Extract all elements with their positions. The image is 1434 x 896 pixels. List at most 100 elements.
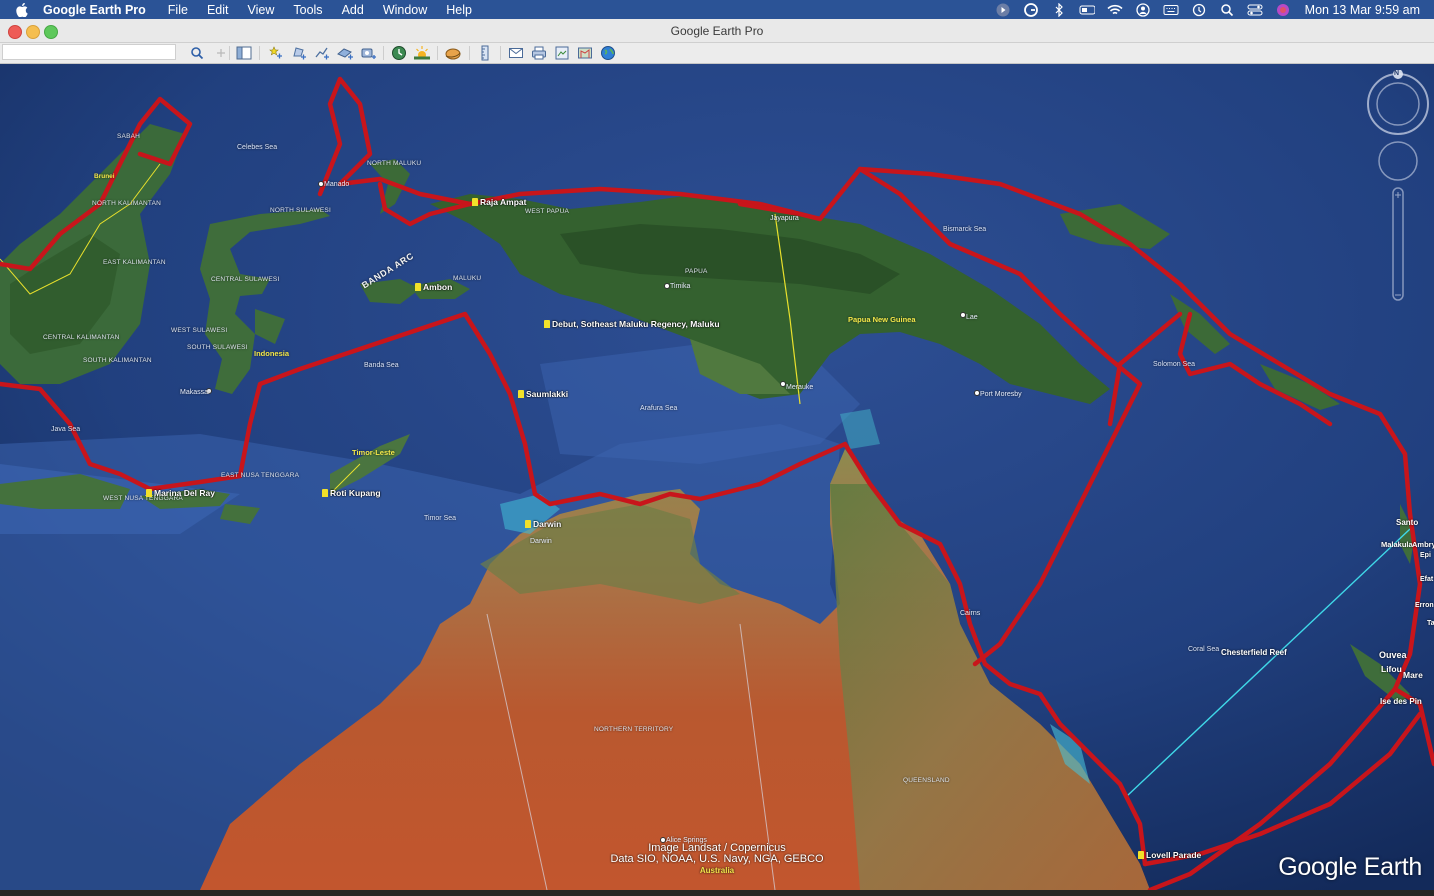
city-label: Merauke: [786, 384, 814, 391]
app-menu[interactable]: Google Earth Pro: [43, 3, 146, 17]
region-label: CENTRAL KALIMANTAN: [43, 334, 120, 341]
view-in-maps-button[interactable]: [575, 44, 595, 62]
menubar-clock[interactable]: Mon 13 Mar 9:59 am: [1305, 3, 1420, 17]
record-tour-button[interactable]: [358, 44, 378, 62]
keyboard-icon[interactable]: [1163, 3, 1179, 17]
earth-map-view[interactable]: Celebes Sea Banda Sea Arafura Sea Timor …: [0, 64, 1434, 890]
edit-menu[interactable]: Edit: [207, 3, 229, 17]
region-label: SOUTH KALIMANTAN: [83, 357, 152, 364]
island-label: Efat: [1420, 576, 1434, 583]
north-indicator[interactable]: N: [1394, 70, 1399, 77]
close-window-button[interactable]: [8, 25, 22, 39]
region-label: EAST NUSA TENGGARA: [221, 472, 300, 479]
region-label: SOUTH SULAWESI: [187, 344, 248, 351]
region-label: EAST KALIMANTAN: [103, 259, 166, 266]
island-label: Mare: [1403, 670, 1423, 680]
look-joystick[interactable]: [1367, 69, 1429, 135]
move-joystick[interactable]: [1378, 141, 1418, 181]
placemark-debut[interactable]: Debut, Sotheast Maluku Regency, Maluku: [544, 319, 720, 329]
sunlight-button[interactable]: [412, 44, 432, 62]
region-label: NORTH SULAWESI: [270, 207, 331, 214]
city-label: Manado: [324, 181, 350, 188]
play-status-icon[interactable]: [995, 3, 1011, 17]
island-label: Erron: [1415, 602, 1434, 609]
placemark-ambon[interactable]: Ambon: [415, 282, 452, 292]
email-button[interactable]: [506, 44, 526, 62]
add-image-overlay-button[interactable]: [335, 44, 355, 62]
pushpin-icon: [322, 489, 328, 497]
window-title: Google Earth Pro: [670, 23, 764, 38]
zoom-window-button[interactable]: [44, 25, 58, 39]
view-menu[interactable]: View: [248, 3, 275, 17]
placemark-saumlakki[interactable]: Saumlakki: [518, 389, 568, 399]
save-image-button[interactable]: [552, 44, 572, 62]
control-center-icon[interactable]: [1247, 3, 1263, 17]
add-path-button[interactable]: [312, 44, 332, 62]
earth-view-button[interactable]: [598, 44, 618, 62]
region-label: QUEENSLAND: [903, 777, 950, 784]
time-machine-icon[interactable]: [1191, 3, 1207, 17]
switch-planet-button[interactable]: [443, 44, 463, 62]
add-menu[interactable]: Add: [342, 3, 364, 17]
island-label: Ise des Pin: [1380, 697, 1422, 706]
add-polygon-button[interactable]: [289, 44, 309, 62]
google-earth-logo: Google Earth: [1278, 853, 1422, 881]
tools-menu[interactable]: Tools: [293, 3, 322, 17]
search-button[interactable]: [187, 44, 207, 62]
island-label: Ouvea: [1379, 650, 1407, 660]
pushpin-icon: [518, 390, 524, 398]
pushpin-icon: [146, 489, 152, 497]
apple-menu-icon[interactable]: [15, 2, 29, 17]
city-label: Timika: [670, 283, 691, 290]
island-label: Malakula: [1381, 540, 1413, 549]
city-label: Port Moresby: [980, 391, 1022, 398]
region-label: SABAH: [117, 133, 141, 140]
minimize-window-button[interactable]: [26, 25, 40, 39]
city-label: Jayapura: [770, 215, 799, 222]
add-search-icon[interactable]: [211, 44, 231, 62]
placemark-roti-kupang[interactable]: Roti Kupang: [322, 488, 381, 498]
wifi-icon[interactable]: [1107, 3, 1123, 17]
region-label: NORTH MALUKU: [367, 160, 422, 167]
city-label: Darwin: [530, 538, 552, 545]
country-label: Brunei: [94, 173, 115, 180]
bluetooth-icon[interactable]: [1051, 2, 1067, 17]
file-menu[interactable]: File: [168, 3, 188, 17]
island-label: Lifou: [1381, 664, 1402, 674]
window-menu[interactable]: Window: [383, 3, 427, 17]
sea-label: Celebes Sea: [237, 144, 278, 151]
add-placemark-button[interactable]: [266, 44, 286, 62]
island-label: Epi: [1420, 552, 1431, 559]
island-label: Ta: [1427, 620, 1434, 627]
region-label: MALUKU: [453, 275, 482, 282]
search-input[interactable]: [2, 44, 176, 60]
print-button[interactable]: [529, 44, 549, 62]
placemark-darwin[interactable]: Darwin: [525, 519, 561, 529]
grammarly-icon[interactable]: [1023, 2, 1039, 17]
sea-label: Banda Sea: [364, 362, 399, 369]
placemark-raja-ampat[interactable]: Raja Ampat: [472, 197, 526, 207]
island-label: Santo: [1396, 518, 1419, 527]
sidebar-toggle-button[interactable]: [234, 44, 254, 62]
window-title-bar: Google Earth Pro: [0, 19, 1434, 43]
toolbar: [0, 43, 1434, 64]
country-label: Timor-Leste: [352, 448, 395, 457]
region-label: PAPUA: [685, 268, 708, 275]
placemark-marina-del-ray[interactable]: Marina Del Ray: [146, 488, 215, 498]
city-label: Cairns: [960, 610, 981, 617]
city-label: Makassar: [180, 389, 211, 396]
user-account-icon[interactable]: [1135, 2, 1151, 17]
spotlight-search-icon[interactable]: [1219, 3, 1235, 17]
pushpin-icon: [472, 198, 478, 206]
sea-label: Java Sea: [51, 426, 81, 433]
battery-icon[interactable]: [1079, 3, 1095, 17]
region-label: WEST PAPUA: [525, 208, 570, 215]
navigation-controls: N: [1365, 69, 1431, 310]
city-label: Lae: [966, 314, 978, 321]
zoom-slider[interactable]: [1392, 187, 1404, 301]
help-menu[interactable]: Help: [446, 3, 472, 17]
map-imagery: [0, 64, 1434, 890]
siri-icon[interactable]: [1275, 3, 1291, 17]
ruler-button[interactable]: [475, 44, 495, 62]
historical-imagery-button[interactable]: [389, 44, 409, 62]
